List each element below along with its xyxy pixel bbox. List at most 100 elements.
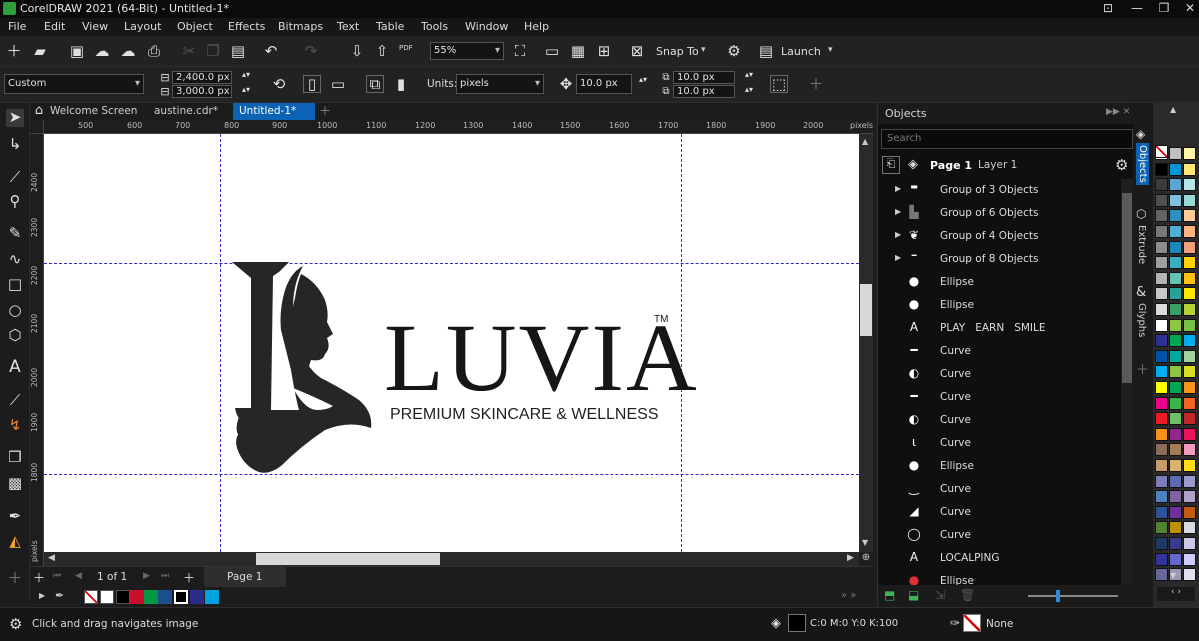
list-item[interactable]: ━ Curve xyxy=(878,386,1121,408)
thumbnail-size-slider[interactable] xyxy=(1028,590,1118,602)
palette-scroll-down-icon[interactable]: ▼ xyxy=(1170,571,1176,580)
palette-swatch[interactable] xyxy=(1169,459,1182,472)
zoom-select[interactable]: 55% xyxy=(430,42,504,60)
add-tool-icon[interactable]: ＋ xyxy=(6,570,24,588)
palette-swatch[interactable] xyxy=(1169,365,1182,379)
palette-swatch[interactable] xyxy=(1169,490,1182,504)
palette-swatch[interactable] xyxy=(1155,178,1168,192)
palette-swatch[interactable] xyxy=(1169,396,1182,410)
export-icon[interactable]: ⇧ xyxy=(373,43,391,61)
shape-tool-icon[interactable]: ↳ xyxy=(6,136,24,154)
new-layer-icon[interactable]: ⬒ xyxy=(884,588,895,602)
palette-swatch[interactable] xyxy=(1155,349,1168,363)
palette-swatch[interactable] xyxy=(1183,412,1196,426)
launch-dropdown[interactable]: Launch xyxy=(781,45,821,58)
logo-tagline[interactable]: PREMIUM SKINCARE & WELLNESS xyxy=(390,406,659,424)
zoom-navigator-icon[interactable]: ⊕ xyxy=(859,552,873,566)
side-tab-extrude[interactable]: Extrude xyxy=(1136,225,1147,264)
palette-swatch[interactable] xyxy=(1183,209,1196,223)
palette-swatch[interactable] xyxy=(1155,365,1168,379)
tab-untitled-1[interactable]: Untitled-1* xyxy=(233,103,315,120)
page-tab[interactable]: Page 1 xyxy=(204,567,286,587)
tab-welcome-screen[interactable]: Welcome Screen xyxy=(44,103,149,120)
palette-swatch[interactable] xyxy=(1155,256,1168,270)
vertical-scrollbar[interactable]: ▲ ▼ xyxy=(859,134,873,552)
scroll-left-icon[interactable]: ◀ xyxy=(48,553,55,563)
objects-options-gear-icon[interactable]: ⚙ xyxy=(1115,156,1128,174)
logo-brand-text[interactable]: LUVIA xyxy=(384,310,699,406)
menu-tools[interactable]: Tools xyxy=(421,20,448,33)
scroll-up-icon[interactable]: ▲ xyxy=(862,137,868,146)
palette-swatch[interactable] xyxy=(1169,271,1182,285)
launch-icon[interactable]: ▤ xyxy=(757,43,775,61)
palette-swatch[interactable] xyxy=(1169,318,1182,332)
palette-swatch[interactable] xyxy=(1169,162,1182,176)
previous-page-icon[interactable]: ◀ xyxy=(75,571,82,581)
palette-swatch[interactable] xyxy=(1155,225,1168,238)
first-page-icon[interactable]: ⏮ xyxy=(53,571,61,581)
palette-swatch[interactable] xyxy=(1183,193,1196,207)
side-tab-glyphs[interactable]: Glyphs xyxy=(1136,303,1147,337)
palette-swatch[interactable] xyxy=(1169,552,1182,566)
eyedropper-tool-icon[interactable]: ✒ xyxy=(6,508,24,526)
palette-swatch[interactable] xyxy=(1169,193,1182,207)
palette-swatch[interactable] xyxy=(1155,193,1168,207)
close-button[interactable]: ✕ xyxy=(1178,1,1199,17)
palette-swatch[interactable] xyxy=(1155,287,1168,301)
fill-tool-icon[interactable]: ◭ xyxy=(6,533,24,551)
dup-y-stepper-icon[interactable]: ▴▾ xyxy=(740,86,758,104)
rectangle-tool-icon[interactable]: □ xyxy=(6,276,24,294)
palette-swatch[interactable] xyxy=(1183,318,1196,332)
palette-color[interactable] xyxy=(116,590,130,604)
menu-view[interactable]: View xyxy=(82,20,108,33)
palette-swatch[interactable] xyxy=(1169,349,1182,363)
list-item[interactable]: ▶ ❦ Group of 4 Objects xyxy=(878,225,1121,247)
menu-layout[interactable]: Layout xyxy=(124,20,161,33)
palette-swatch[interactable] xyxy=(1169,334,1182,348)
palette-swatch[interactable] xyxy=(1155,334,1168,348)
palette-swatch[interactable] xyxy=(1155,396,1168,410)
outline-pen-icon[interactable]: ✑ xyxy=(950,616,960,630)
add-docker-icon[interactable]: ＋ xyxy=(1136,359,1149,378)
palette-swatch[interactable] xyxy=(1183,396,1196,410)
palette-swatch[interactable] xyxy=(1169,505,1182,519)
rotate-page-icon[interactable]: ⟲ xyxy=(270,76,288,94)
palette-swatch[interactable] xyxy=(1183,256,1196,270)
menu-file[interactable]: File xyxy=(8,20,26,33)
palette-color[interactable] xyxy=(190,590,204,604)
current-page-icon[interactable]: ▮ xyxy=(392,76,410,94)
horizontal-ruler[interactable]: 500 600 700 800 900 1000 1100 1200 1300 … xyxy=(44,120,873,134)
copy-icon[interactable]: ❐ xyxy=(204,43,222,61)
palette-swatch[interactable] xyxy=(1169,412,1182,426)
palette-swatch[interactable] xyxy=(1155,474,1168,488)
objects-list-scrollbar[interactable] xyxy=(1121,179,1133,585)
list-item[interactable]: ◢ Curve xyxy=(878,501,1121,523)
move-to-layer-icon[interactable]: ⇲ xyxy=(935,588,945,602)
palette-swatch[interactable] xyxy=(1155,303,1168,316)
palette-swatch[interactable] xyxy=(1169,209,1182,223)
slider-thumb[interactable] xyxy=(1056,590,1060,602)
palette-swatch[interactable] xyxy=(1169,240,1182,254)
palette-swatch[interactable] xyxy=(1183,381,1196,394)
cloud-upload-icon[interactable]: ☁ xyxy=(93,43,111,61)
objects-search-input[interactable]: Search xyxy=(881,129,1133,149)
launch-chevron-down-icon[interactable]: ▾ xyxy=(828,45,833,55)
palette-color[interactable] xyxy=(144,590,158,604)
palette-swatch[interactable] xyxy=(1155,412,1168,426)
new-document-icon[interactable]: ＋ xyxy=(5,43,23,61)
palette-swatch[interactable] xyxy=(1183,521,1196,535)
palette-swatch[interactable] xyxy=(1155,381,1168,394)
page-height-field[interactable]: 3,000.0 px xyxy=(172,85,232,98)
snap-off-icon[interactable]: ⊠ xyxy=(628,43,646,61)
pick-tool-icon[interactable]: ➤ xyxy=(6,109,24,127)
duplicate-y-field[interactable]: 10.0 px xyxy=(673,85,735,98)
palette-swatch[interactable] xyxy=(1169,427,1182,441)
add-toolbar-item-icon[interactable]: ＋ xyxy=(807,76,825,94)
expand-chevron-icon[interactable]: ▶ xyxy=(895,230,901,239)
palette-scroll-up-icon[interactable]: ▲ xyxy=(1170,105,1176,114)
palette-swatch[interactable] xyxy=(1183,349,1196,363)
menu-effects[interactable]: Effects xyxy=(228,20,265,33)
expand-chevron-icon[interactable]: ▶ xyxy=(895,184,901,193)
guideline-vertical[interactable] xyxy=(220,134,221,552)
objects-scroll-thumb[interactable] xyxy=(1122,193,1132,383)
